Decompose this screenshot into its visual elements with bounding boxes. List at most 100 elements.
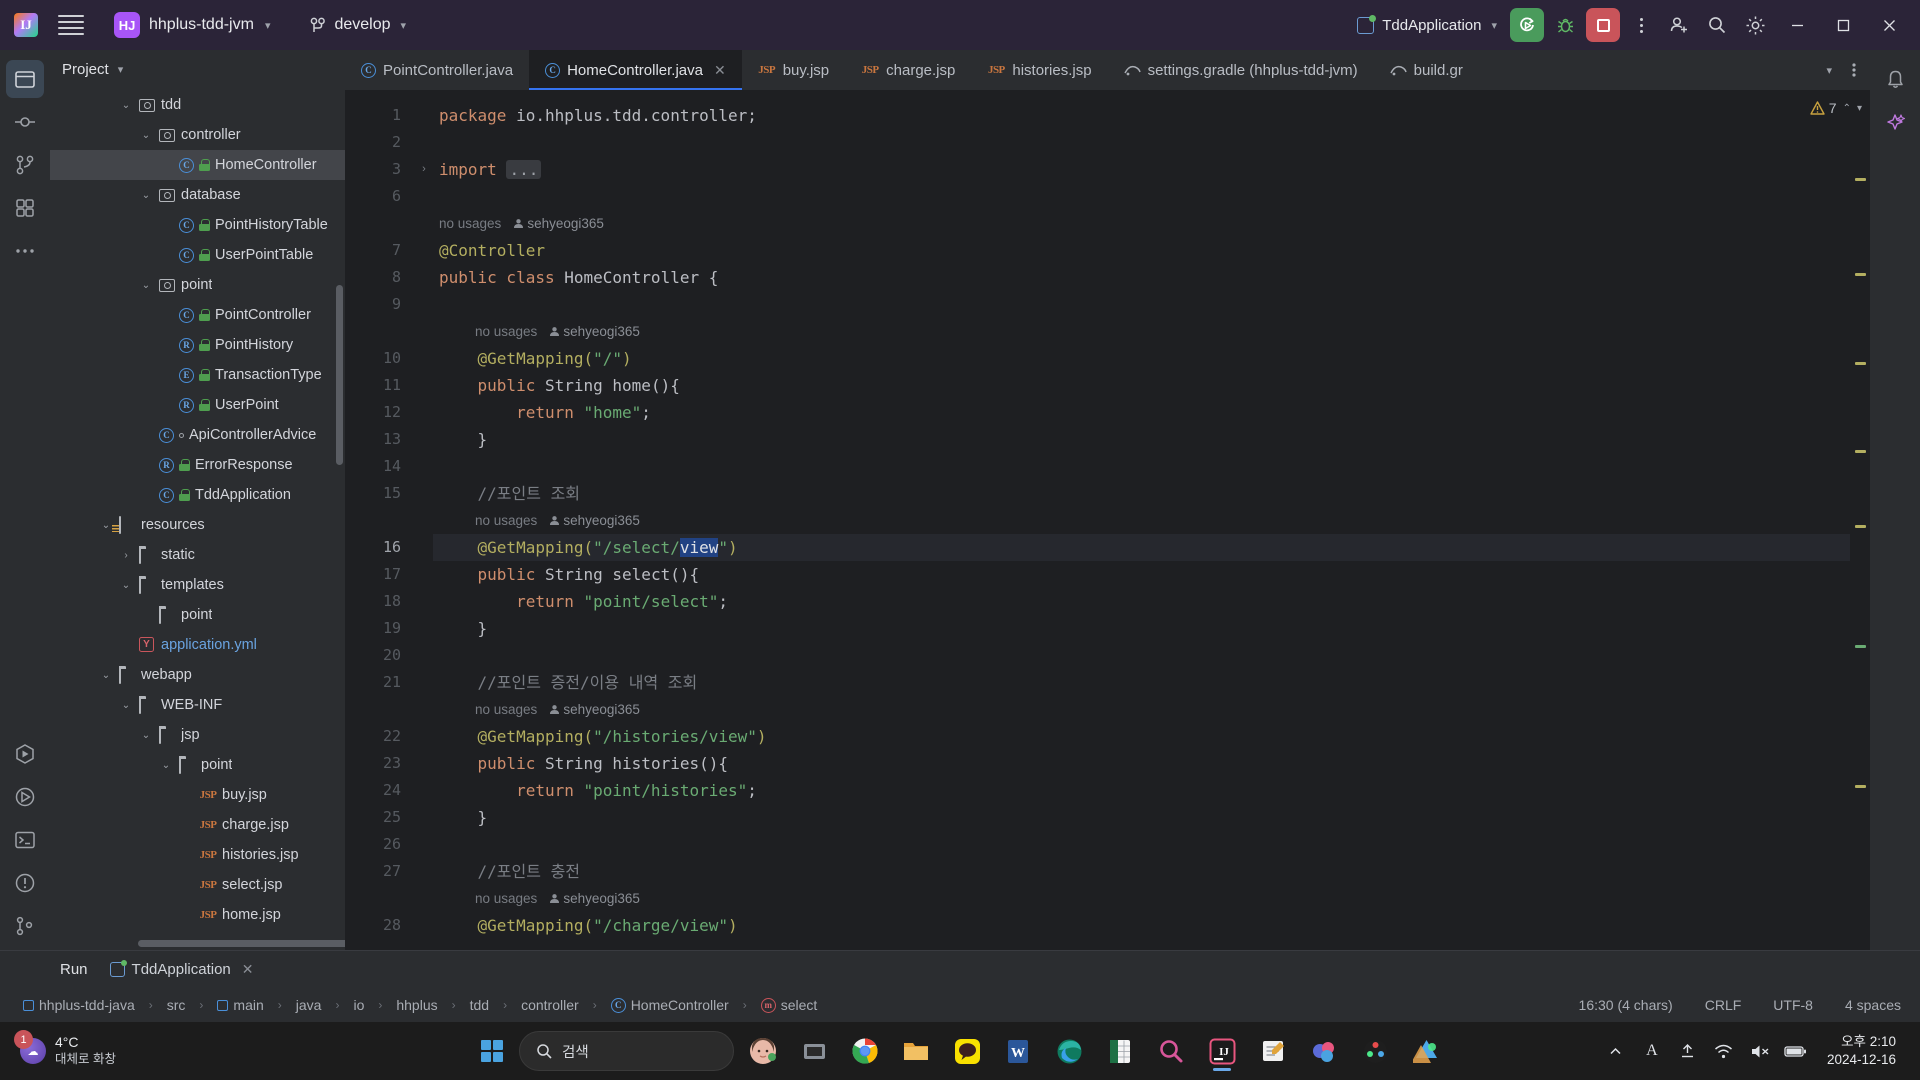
tree-item-point[interactable]: point <box>50 600 345 630</box>
breadcrumb-item-hhplus-tdd-java[interactable]: hhplus-tdd-java <box>18 995 140 1015</box>
code-line[interactable] <box>433 183 1850 210</box>
account-button[interactable] <box>1662 8 1696 42</box>
debug-button[interactable] <box>1548 8 1582 42</box>
maximize-button[interactable] <box>1822 6 1864 44</box>
project-panel-header[interactable]: Project ▾ <box>50 50 345 88</box>
settings-button[interactable] <box>1738 8 1772 42</box>
editor-tab-histories-jsp[interactable]: JSP histories.jsp <box>971 50 1107 90</box>
tree-item-point[interactable]: ⌄ point <box>50 270 345 300</box>
minimize-button[interactable] <box>1776 6 1818 44</box>
code-line[interactable] <box>433 291 1850 318</box>
chevron-down-icon[interactable]: ⌄ <box>98 670 114 681</box>
breadcrumb-item-java[interactable]: java <box>291 995 327 1015</box>
code-line[interactable]: @GetMapping("/") <box>433 345 1850 372</box>
run-tab-tddapplication[interactable]: TddApplication ✕ <box>104 958 260 981</box>
tree-item-transactiontype[interactable]: E TransactionType <box>50 360 345 390</box>
tool-terminal-button[interactable] <box>6 821 44 859</box>
editor-tab-charge-jsp[interactable]: JSP charge.jsp <box>845 50 971 90</box>
editor-analysis-strip[interactable] <box>1850 90 1870 950</box>
tray-ime-button[interactable]: A <box>1637 1036 1667 1066</box>
breadcrumb-item-hhplus[interactable]: hhplus <box>391 995 442 1015</box>
code-line[interactable]: public String histories(){ <box>433 750 1850 777</box>
code-line[interactable]: //포인트 조회 <box>433 480 1850 507</box>
tree-item-histories-jsp[interactable]: JSP histories.jsp <box>50 840 345 870</box>
breadcrumb-item-io[interactable]: io <box>348 995 369 1015</box>
tree-item-userpoint[interactable]: R UserPoint <box>50 390 345 420</box>
taskbar-search[interactable]: 검색 <box>519 1031 734 1071</box>
tree-item-tdd[interactable]: ⌄ tdd <box>50 90 345 120</box>
tree-item-userpointtable[interactable]: C UserPointTable <box>50 240 345 270</box>
tree-item-application-yml[interactable]: Yapplication.yml <box>50 630 345 660</box>
code-line[interactable]: public String home(){ <box>433 372 1850 399</box>
tool-problems-button[interactable] <box>6 864 44 902</box>
tree-item-point[interactable]: ⌄ point <box>50 750 345 780</box>
taskbar-task-view[interactable] <box>792 1029 836 1073</box>
fold-expand-icon[interactable]: › <box>415 156 433 183</box>
tray-ime-mode-button[interactable] <box>1673 1036 1703 1066</box>
run-configuration-selector[interactable]: TddApplication ▾ <box>1348 12 1506 39</box>
tree-item-webapp[interactable]: ⌄ webapp <box>50 660 345 690</box>
code-line[interactable]: public class HomeController { <box>433 264 1850 291</box>
inlay-hint[interactable]: no usages sehyeogi365 <box>433 318 1850 345</box>
taskbar-app-avatar[interactable] <box>741 1029 785 1073</box>
taskbar-edge[interactable] <box>1047 1029 1091 1073</box>
project-tree-hscrollbar[interactable] <box>138 940 353 947</box>
code-line[interactable]: } <box>433 615 1850 642</box>
editor-fold-column[interactable]: › <box>415 90 433 950</box>
breadcrumb-item-tdd[interactable]: tdd <box>465 995 494 1015</box>
taskbar-kakaotalk[interactable] <box>945 1029 989 1073</box>
main-menu-button[interactable] <box>58 12 84 38</box>
tool-services-button[interactable] <box>6 778 44 816</box>
editor-tab-pointcontroller-java[interactable]: C PointController.java <box>345 50 529 90</box>
taskbar-chrome[interactable] <box>843 1029 887 1073</box>
tool-run-button[interactable] <box>6 735 44 773</box>
code-line[interactable] <box>433 642 1850 669</box>
tree-item-resources[interactable]: ⌄ resources <box>50 510 345 540</box>
chevron-down-icon[interactable]: ⌄ <box>138 280 154 291</box>
chevron-down-icon[interactable]: ⌄ <box>138 190 154 201</box>
inlay-hint[interactable]: no usages sehyeogi365 <box>433 885 1850 912</box>
taskbar-notepad[interactable] <box>1251 1029 1295 1073</box>
inlay-hint[interactable]: no usages sehyeogi365 <box>433 210 1850 237</box>
taskbar-onedrive[interactable] <box>1302 1029 1346 1073</box>
code-line[interactable]: @GetMapping("/histories/view") <box>433 723 1850 750</box>
tray-wifi-button[interactable] <box>1709 1036 1739 1066</box>
code-line[interactable]: //포인트 충전 <box>433 858 1850 885</box>
tree-item-buy-jsp[interactable]: JSP buy.jsp <box>50 780 345 810</box>
project-tree-vscrollbar[interactable] <box>336 285 343 465</box>
weather-widget[interactable]: ☁ 4°C 대체로 화창 1 <box>10 1030 126 1071</box>
indent-setting[interactable]: 4 spaces <box>1840 995 1906 1015</box>
tree-item-templates[interactable]: ⌄ templates <box>50 570 345 600</box>
tool-project-button[interactable] <box>6 60 44 98</box>
tree-item-homecontroller[interactable]: C HomeController <box>50 150 345 180</box>
tool-vcs-button[interactable] <box>6 146 44 184</box>
start-button[interactable] <box>472 1031 512 1071</box>
tray-expand-button[interactable] <box>1601 1036 1631 1066</box>
chevron-down-icon[interactable]: ⌄ <box>118 700 134 711</box>
tree-item-apicontrolleradvice[interactable]: C ApiControllerAdvice <box>50 420 345 450</box>
chevron-down-icon[interactable]: ▾ <box>1857 103 1862 114</box>
editor-tab-buy-jsp[interactable]: JSP buy.jsp <box>742 50 845 90</box>
caret-position[interactable]: 16:30 (4 chars) <box>1574 995 1678 1015</box>
tool-more-button[interactable] <box>6 232 44 270</box>
tool-notifications-button[interactable] <box>1876 60 1914 98</box>
breadcrumb-item-controller[interactable]: controller <box>516 995 584 1015</box>
chevron-down-icon[interactable]: ⌄ <box>138 730 154 741</box>
chevron-right-icon[interactable]: › <box>118 550 134 561</box>
tree-item-database[interactable]: ⌄ database <box>50 180 345 210</box>
code-line[interactable]: return "point/histories"; <box>433 777 1850 804</box>
tool-ai-assistant-button[interactable] <box>1876 103 1914 141</box>
code-line[interactable]: return "point/select"; <box>433 588 1850 615</box>
line-separator[interactable]: CRLF <box>1700 995 1747 1015</box>
taskbar-everything-search[interactable] <box>1149 1029 1193 1073</box>
project-selector[interactable]: HJ hhplus-tdd-jvm ▾ <box>106 8 278 42</box>
inlay-hint[interactable]: no usages sehyeogi365 <box>433 696 1850 723</box>
breadcrumb-item-select[interactable]: m select <box>756 995 823 1015</box>
code-line[interactable]: import ... <box>433 156 1850 183</box>
breadcrumb-item-main[interactable]: main <box>212 995 268 1015</box>
tree-item-pointhistorytable[interactable]: C PointHistoryTable <box>50 210 345 240</box>
inlay-hint[interactable]: no usages sehyeogi365 <box>433 507 1850 534</box>
code-line[interactable]: } <box>433 426 1850 453</box>
editor-tab-settings-gradle-hhplus-tdd-jvm-[interactable]: settings.gradle (hhplus-tdd-jvm) <box>1108 50 1374 90</box>
editor-tab-build-gr[interactable]: build.gr <box>1374 50 1479 90</box>
